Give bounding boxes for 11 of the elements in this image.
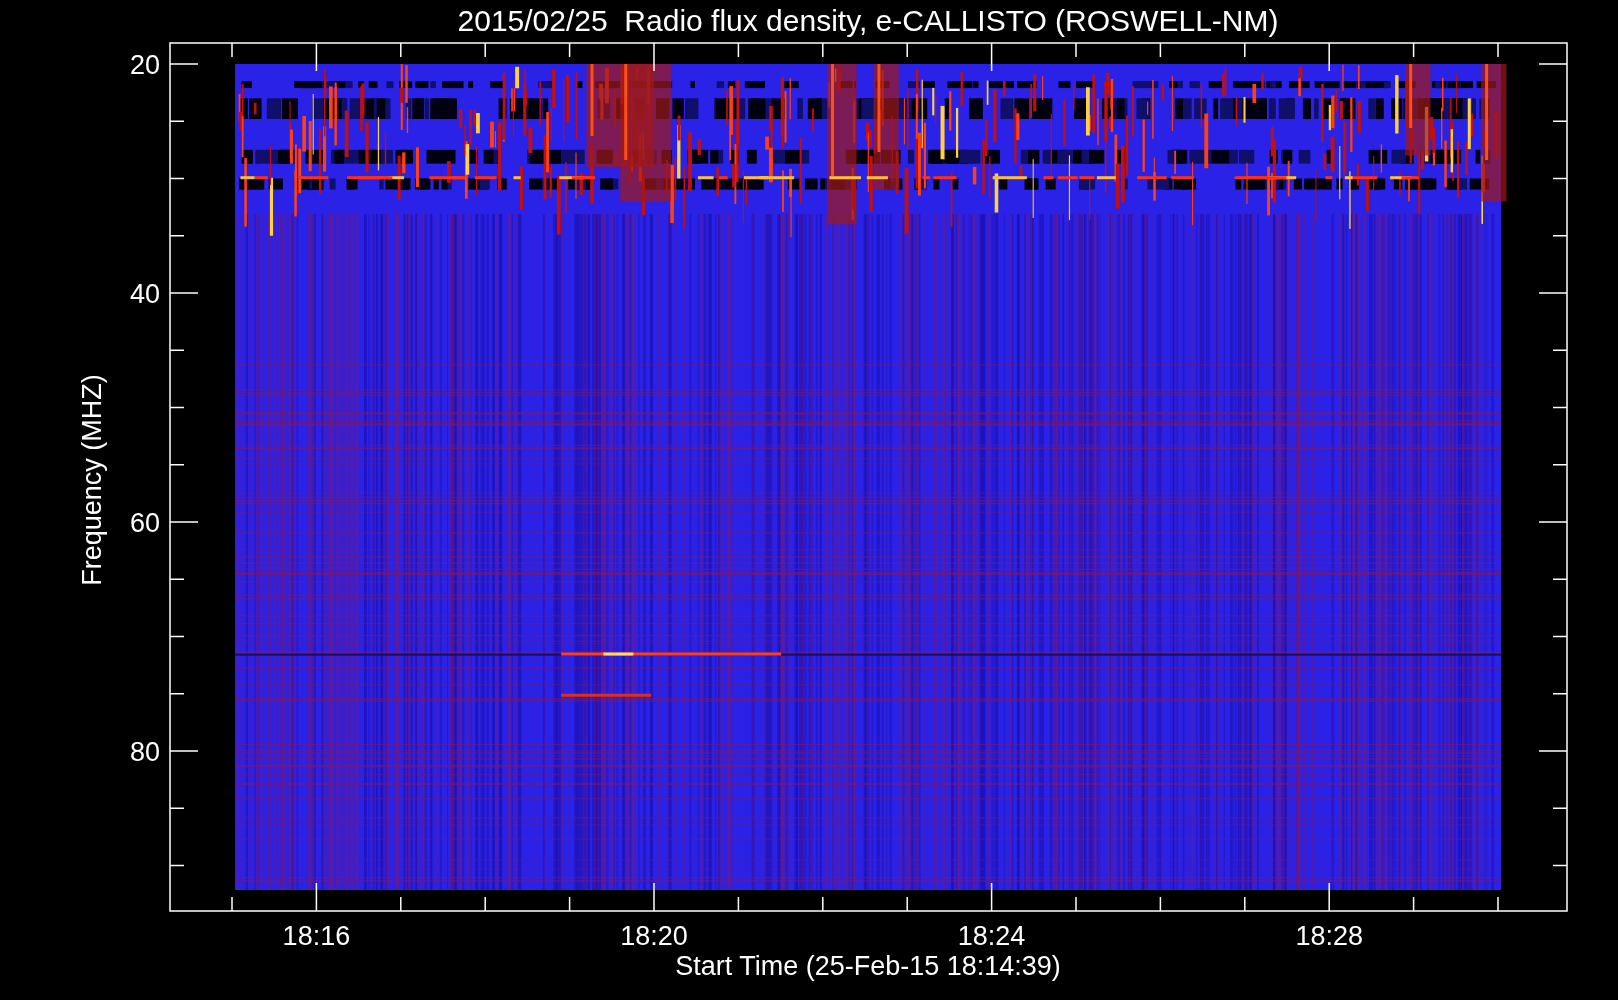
y-axis-label: Frequency (MHZ) [77, 374, 107, 586]
tick-label: 18:20 [620, 921, 688, 951]
tick-label: 18:24 [957, 921, 1026, 951]
x-axis-label: Start Time (25-Feb-15 18:14:39) [675, 951, 1061, 981]
tick-label: 18:16 [282, 921, 351, 951]
tick-label: 20 [129, 50, 160, 80]
tick-label: 60 [129, 508, 160, 538]
tick-label: 40 [129, 279, 160, 309]
tick-label: 18:28 [1295, 921, 1363, 951]
chart-title: 2015/02/25 Radio flux density, e-CALLISTO (ROSWELL-NM) [457, 4, 1279, 37]
tick-label: 80 [129, 737, 160, 767]
